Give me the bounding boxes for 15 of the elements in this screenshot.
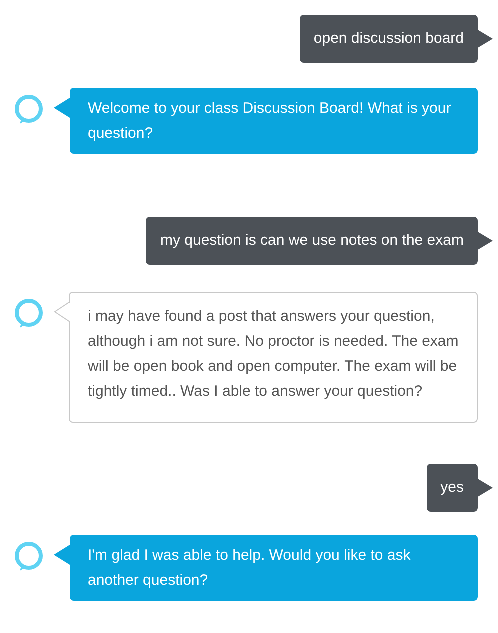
bubble-tail: [478, 30, 493, 48]
message-bubble: Welcome to your class Discussion Board! What is your question?: [70, 88, 478, 154]
message-bubble: yes: [426, 464, 478, 512]
message-bubble: my question is can we use notes on the exam: [146, 217, 478, 265]
bubble-tail: [478, 479, 493, 497]
assistant-avatar-icon: [14, 298, 44, 330]
bubble-tail: [54, 545, 70, 565]
bubble-tail: [54, 302, 70, 322]
assistant-avatar-icon: [14, 541, 44, 573]
message-bubble: open discussion board: [300, 15, 478, 63]
bubble-tail: [54, 98, 70, 118]
bubble-tail: [478, 232, 493, 250]
message-card: i may have found a post that answers your question, although i am not sure. No proctor is needed. The exam will be open book and open computer. The exam will be tightly timed.. Was I able to answer your question?: [69, 292, 478, 423]
message-bubble: I'm glad I was able to help. Would you like to ask another question?: [70, 535, 478, 601]
assistant-avatar-icon: [14, 94, 44, 126]
